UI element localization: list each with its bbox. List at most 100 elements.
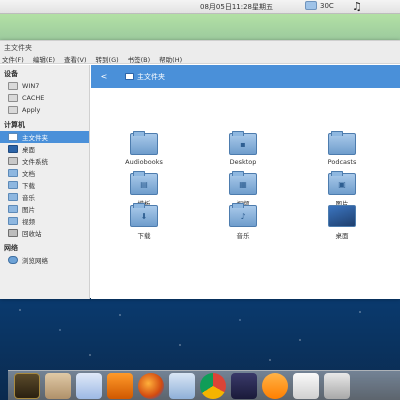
file-item-pictures[interactable]: ▣ 图片 xyxy=(312,171,372,208)
file-item-music[interactable]: ♪ 音乐 xyxy=(213,203,273,240)
top-panel: 08月05日11:28星期五 30C ♫ xyxy=(0,0,400,14)
file-label: 音乐 xyxy=(236,232,250,240)
menu-file[interactable]: 文件(F) xyxy=(2,54,24,64)
folder-icon xyxy=(8,217,18,225)
sidebar-item-filesystem[interactable]: 文件系统 xyxy=(0,155,89,167)
sidebar-item-label: 音乐 xyxy=(22,194,35,202)
weather-icon xyxy=(305,1,317,10)
file-item-desktop[interactable]: ▪ Desktop xyxy=(213,131,273,166)
sidebar-header-devices: 设备 xyxy=(4,70,18,78)
template-glyph-icon: ▤ xyxy=(140,180,148,189)
sidebar-item-label: 浏览网络 xyxy=(22,257,48,265)
sidebar-item-downloads[interactable]: 下载 xyxy=(0,179,89,191)
sidebar-item-videos[interactable]: 视频 xyxy=(0,215,89,227)
music-note-icon[interactable]: ♫ xyxy=(352,0,362,13)
sidebar-item-desktop[interactable]: 桌面 xyxy=(0,143,89,155)
sidebar-item-home[interactable]: 主文件夹 xyxy=(0,131,89,143)
desktop-icon xyxy=(8,145,18,153)
drive-icon xyxy=(8,94,18,102)
sidebar-item-cache[interactable]: CACHE xyxy=(0,92,89,104)
storage-icon[interactable] xyxy=(324,372,350,399)
baidu-icon[interactable] xyxy=(76,372,102,399)
path-bar: < 主文件夹 xyxy=(91,65,400,88)
sidebar-item-label: 回收站 xyxy=(22,230,42,238)
menu-go[interactable]: 转到(G) xyxy=(96,54,119,64)
desktop-folder-icon: ▪ xyxy=(229,131,257,155)
music-folder-icon: ♪ xyxy=(229,203,257,227)
menu-help[interactable]: 帮助(H) xyxy=(159,54,182,64)
sidebar-item-win7[interactable]: WIN7 xyxy=(0,80,89,92)
network-icon[interactable] xyxy=(169,372,195,399)
file-label: Desktop xyxy=(229,158,257,166)
file-manager-window: 主文件夹 文件(F) 编辑(E) 查看(V) 转到(G) 书签(B) 帮助(H)… xyxy=(0,40,400,299)
file-label: Podcasts xyxy=(327,158,357,166)
vlc-icon[interactable] xyxy=(107,372,133,399)
dock xyxy=(8,370,400,400)
back-button[interactable]: < xyxy=(99,72,109,81)
sidebar-item-music[interactable]: 音乐 xyxy=(0,191,89,203)
firefox-icon[interactable] xyxy=(138,372,164,399)
home-folder-icon xyxy=(125,73,134,80)
file-label: 桌面 xyxy=(335,232,349,240)
folder-icon xyxy=(130,131,158,155)
network-icon xyxy=(8,256,18,264)
home-folder-icon xyxy=(8,133,18,141)
sidebar-item-pictures[interactable]: 图片 xyxy=(0,203,89,215)
videos-folder-icon: ▦ xyxy=(229,171,257,195)
weather-indicator[interactable]: 30C xyxy=(305,1,334,10)
file-item-audiobooks[interactable]: Audiobooks xyxy=(114,131,174,166)
file-item-podcasts[interactable]: Podcasts xyxy=(312,131,372,166)
file-label: Audiobooks xyxy=(125,158,163,166)
chat-icon[interactable] xyxy=(262,372,288,399)
starfield xyxy=(0,300,400,370)
sidebar-item-label: WIN7 xyxy=(22,82,40,90)
folder-icon xyxy=(8,169,18,177)
music-note-glyph-icon: ♪ xyxy=(240,212,246,221)
sidebar: 设备 WIN7 CACHE Apply 计算机 主文件夹 桌面 文件系统 文档 … xyxy=(0,65,90,299)
pictures-folder-icon: ▣ xyxy=(328,171,356,195)
window-title: 主文件夹 xyxy=(0,41,400,53)
drive-icon xyxy=(8,106,18,114)
sidebar-item-label: CACHE xyxy=(22,94,45,102)
menu-view[interactable]: 查看(V) xyxy=(64,54,87,64)
menu-edit[interactable]: 编辑(E) xyxy=(33,54,55,64)
sidebar-item-apply[interactable]: Apply xyxy=(0,104,89,116)
trash-icon xyxy=(8,229,18,237)
sidebar-item-label: 图片 xyxy=(22,206,35,214)
clock[interactable]: 08月05日11:28星期五 xyxy=(200,2,273,12)
sidebar-item-trash[interactable]: 回收站 xyxy=(0,227,89,239)
breadcrumb[interactable]: 主文件夹 xyxy=(115,72,165,82)
folder-icon xyxy=(8,205,18,213)
file-view: < 主文件夹 Audiobooks ▪ Desktop Podcasts ▤ 模… xyxy=(91,65,400,299)
downloads-folder-icon: ⬇ xyxy=(130,203,158,227)
sidebar-item-label: 下载 xyxy=(22,182,35,190)
desktop-image-icon xyxy=(328,205,356,227)
folder-icon xyxy=(8,181,18,189)
sidebar-item-label: 文件系统 xyxy=(22,158,48,166)
desktop-glyph-icon: ▪ xyxy=(240,140,246,149)
sidebar-item-label: 文档 xyxy=(22,170,35,178)
file-manager-icon[interactable] xyxy=(45,372,71,399)
sidebar-item-label: 桌面 xyxy=(22,146,35,154)
drive-icon xyxy=(8,82,18,90)
chrome-icon[interactable] xyxy=(200,372,226,399)
sidebar-item-label: 主文件夹 xyxy=(22,134,48,142)
filesystem-icon xyxy=(8,157,18,165)
document-icon[interactable] xyxy=(293,372,319,399)
system-monitor-icon[interactable] xyxy=(14,372,40,399)
sidebar-item-label: Apply xyxy=(22,106,41,114)
file-item-desktop-link[interactable]: 桌面 xyxy=(312,205,372,240)
file-item-downloads[interactable]: ⬇ 下载 xyxy=(114,203,174,240)
download-arrow-icon: ⬇ xyxy=(140,212,148,221)
sidebar-item-label: 视频 xyxy=(22,218,35,226)
qq-icon[interactable] xyxy=(231,372,257,399)
templates-folder-icon: ▤ xyxy=(130,171,158,195)
menu-bookmarks[interactable]: 书签(B) xyxy=(128,54,151,64)
picture-glyph-icon: ▣ xyxy=(338,180,346,189)
sidebar-item-documents[interactable]: 文档 xyxy=(0,167,89,179)
temperature: 30C xyxy=(320,1,334,10)
sidebar-item-browse-network[interactable]: 浏览网络 xyxy=(0,254,89,266)
breadcrumb-label: 主文件夹 xyxy=(137,72,165,81)
folder-icon xyxy=(8,193,18,201)
file-label: 下载 xyxy=(137,232,151,240)
